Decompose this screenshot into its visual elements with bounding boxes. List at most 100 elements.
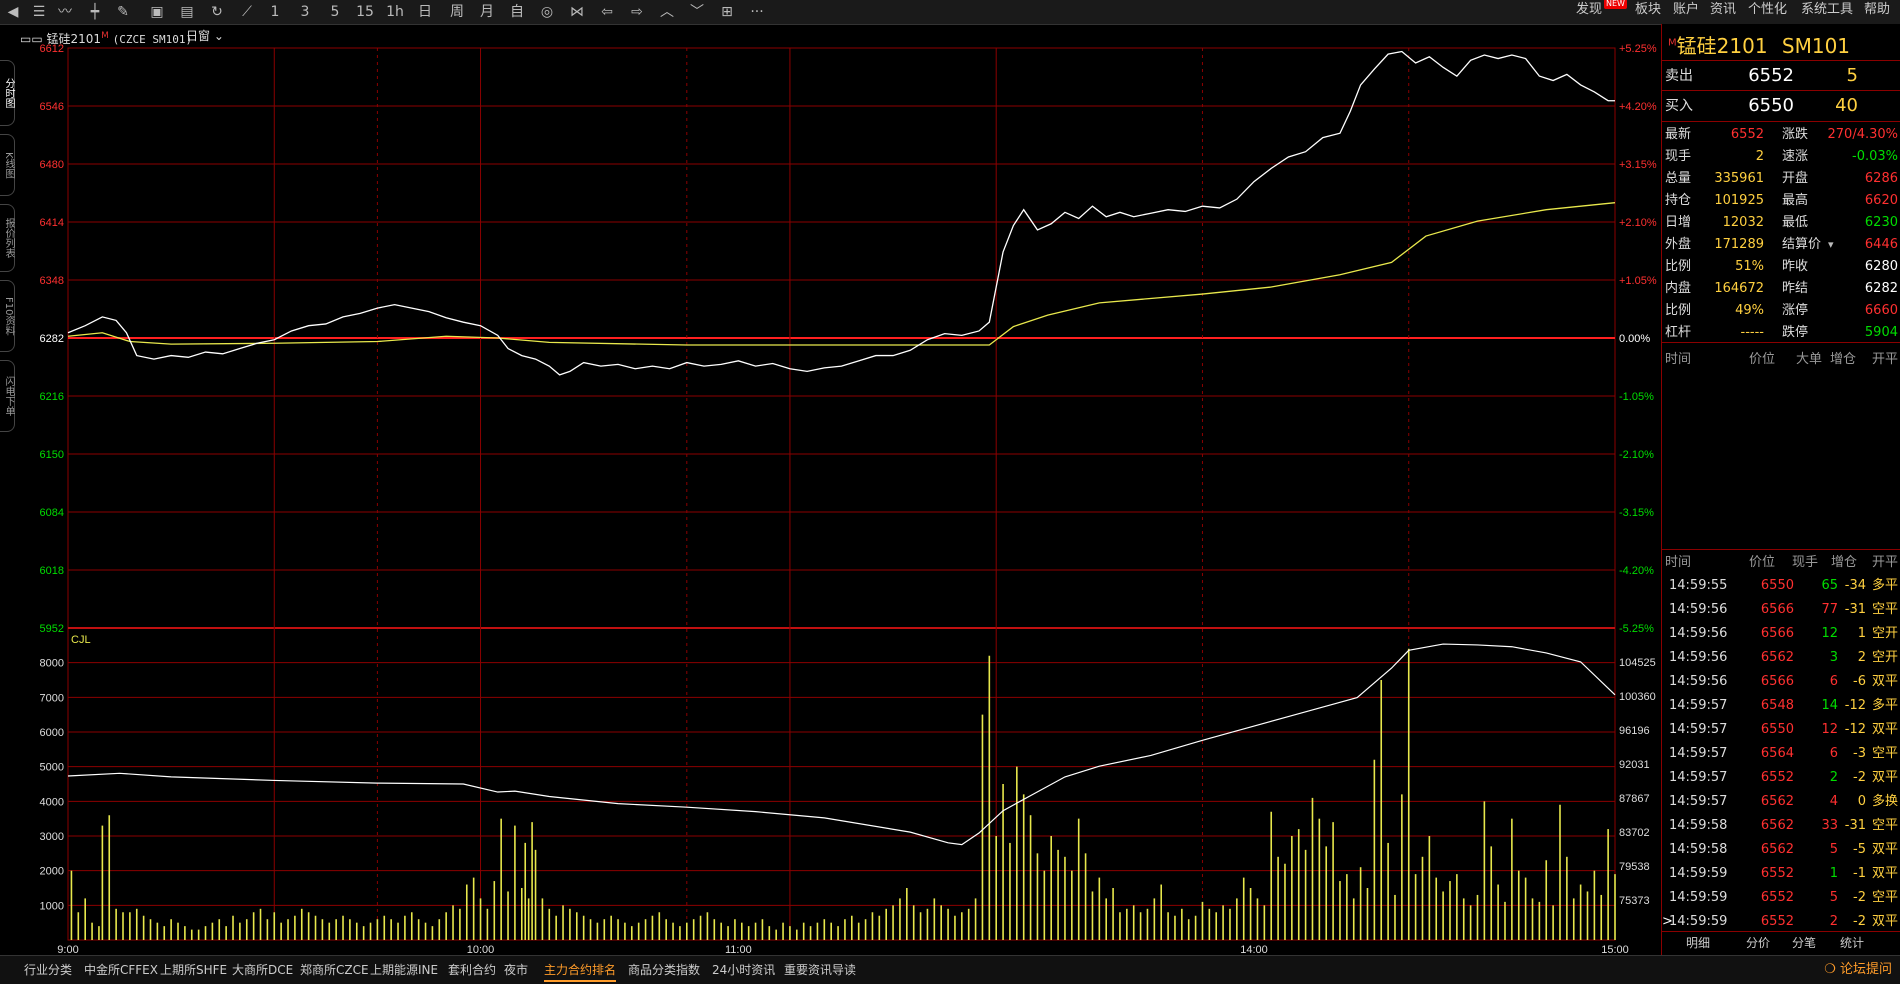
panel-tab-stats[interactable]: 统计 bbox=[1840, 934, 1864, 952]
menu-discover[interactable]: 发现 NEW bbox=[1576, 0, 1627, 24]
tick-row[interactable]: 14:59:59 6552 5 -2 空平 bbox=[1662, 886, 1900, 910]
stat-label: 比例 bbox=[1665, 259, 1692, 274]
tick-row[interactable]: 14:59:56 6566 6 -6 双平 bbox=[1662, 670, 1900, 694]
tick-volume: 3 bbox=[1829, 650, 1838, 665]
forum-label: 论坛提问 bbox=[1839, 962, 1892, 977]
tick-row[interactable]: 14:59:57 6548 14 -12 多平 bbox=[1662, 694, 1900, 718]
period-15-button[interactable]: 15 bbox=[352, 2, 378, 22]
ask-volume: 5 bbox=[1846, 65, 1858, 86]
stat-value: 164672 bbox=[1714, 281, 1764, 296]
oi-tick-label: 87867 bbox=[1619, 793, 1650, 805]
tick-row[interactable]: 14:59:56 6566 77 -31 空平 bbox=[1662, 598, 1900, 622]
drawing-tool-icon[interactable]: ✎ bbox=[110, 2, 136, 22]
menu-sectors[interactable]: 板块 bbox=[1635, 0, 1661, 24]
line-chart-icon[interactable]: 〰 bbox=[52, 2, 78, 22]
tick-time: 14:59:57 bbox=[1669, 794, 1728, 809]
menu-account[interactable]: 账户 bbox=[1673, 0, 1699, 24]
bottom-tab[interactable]: 上期能源INE bbox=[370, 960, 438, 980]
refresh-icon[interactable]: ↻ bbox=[204, 2, 230, 22]
more-button[interactable]: ··· bbox=[744, 2, 770, 22]
stat-value: -0.03% bbox=[1852, 149, 1898, 164]
tick-row[interactable]: 14:59:57 6552 2 -2 双平 bbox=[1662, 766, 1900, 790]
candlestick-icon[interactable]: ┿ bbox=[82, 2, 108, 22]
period-5-button[interactable]: 5 bbox=[322, 2, 348, 22]
tick-price: 6552 bbox=[1760, 770, 1794, 785]
tick-row[interactable]: 14:59:56 6566 12 1 空开 bbox=[1662, 622, 1900, 646]
bottom-tab[interactable]: 大商所DCE bbox=[232, 960, 293, 980]
pct-tick-label: +2.10% bbox=[1619, 217, 1657, 229]
stat-value: 12032 bbox=[1722, 215, 1764, 230]
bottom-tab[interactable]: 行业分类 bbox=[24, 960, 72, 980]
tick-row[interactable]: 14:59:57 6562 4 0 多换 bbox=[1662, 790, 1900, 814]
oi-tick-label: 75373 bbox=[1619, 895, 1650, 907]
quote-title-mark: M bbox=[1668, 37, 1677, 49]
chevron-down-icon[interactable]: ﹀ bbox=[684, 2, 710, 22]
tick-price: 6566 bbox=[1760, 674, 1794, 689]
back-icon[interactable]: ◀ bbox=[0, 2, 26, 22]
save-icon[interactable]: ▤ bbox=[174, 2, 200, 22]
period-day-button[interactable]: 日 bbox=[412, 2, 438, 22]
panel-tab-price-dist[interactable]: 分价 bbox=[1746, 934, 1770, 952]
tick-oi-change: 0 bbox=[1857, 794, 1866, 809]
trend-icon[interactable]: ⟋ bbox=[234, 2, 260, 22]
tick-volume: 5 bbox=[1829, 842, 1838, 857]
period-1h-button[interactable]: 1h bbox=[382, 2, 408, 22]
bottom-tab[interactable]: 重要资讯导读 bbox=[784, 960, 856, 980]
period-custom-button[interactable]: 自 bbox=[504, 2, 530, 22]
eye-icon[interactable]: ◎ bbox=[534, 2, 560, 22]
tick-volume: 6 bbox=[1829, 746, 1838, 761]
layout-grid-icon[interactable]: ⊞ bbox=[714, 2, 740, 22]
bottom-tab[interactable]: 夜市 bbox=[504, 960, 528, 980]
oi-tick-label: 79538 bbox=[1619, 861, 1650, 873]
tick-volume: 5 bbox=[1829, 890, 1838, 905]
bottom-tab[interactable]: 主力合约排名 bbox=[544, 960, 617, 982]
tick-row[interactable]: 14:59:57 6564 6 -3 空平 bbox=[1662, 742, 1900, 766]
period-1-button[interactable]: 1 bbox=[262, 2, 288, 22]
new-badge: NEW bbox=[1604, 0, 1627, 9]
menu-personalize[interactable]: 个性化 bbox=[1748, 0, 1787, 24]
period-month-button[interactable]: 月 bbox=[474, 2, 500, 22]
pct-tick-label: +1.05% bbox=[1619, 275, 1657, 287]
big-orders-col-header: 价位 bbox=[1749, 352, 1776, 367]
stat-label: 外盘 bbox=[1665, 237, 1692, 252]
bottom-tab[interactable]: 郑商所CZCE bbox=[300, 960, 369, 980]
tick-volume: 12 bbox=[1821, 626, 1838, 641]
tick-row[interactable]: 14:59:57 6550 12 -12 双平 bbox=[1662, 718, 1900, 742]
screen-icon[interactable]: ▣ bbox=[144, 2, 170, 22]
chevron-up-icon[interactable]: ︿ bbox=[654, 2, 680, 22]
panel-tab-detail[interactable]: 明细 bbox=[1686, 934, 1710, 952]
arrow-left-icon[interactable]: ⇦ bbox=[594, 2, 620, 22]
stat-label: 开盘 bbox=[1782, 171, 1809, 186]
bottom-tab[interactable]: 24小时资讯 bbox=[712, 960, 775, 980]
list-icon[interactable]: ☰ bbox=[26, 2, 52, 22]
stat-value: 5904 bbox=[1864, 325, 1898, 340]
bottom-tab[interactable]: 中金所CFFEX bbox=[84, 960, 158, 980]
volume-tick-label: 6000 bbox=[40, 727, 64, 739]
tick-row[interactable]: 14:59:58 6562 5 -5 双平 bbox=[1662, 838, 1900, 862]
period-3-button[interactable]: 3 bbox=[292, 2, 318, 22]
volume-tick-label: 1000 bbox=[40, 900, 64, 912]
tick-row[interactable]: 14:59:56 6562 3 2 空开 bbox=[1662, 646, 1900, 670]
tick-volume: 12 bbox=[1821, 722, 1838, 737]
big-orders-col-header: 时间 bbox=[1665, 352, 1692, 367]
tick-time: 14:59:58 bbox=[1669, 842, 1728, 857]
bottom-tab[interactable]: 套利合约 bbox=[448, 960, 496, 980]
tick-row[interactable]: 14:59:59 6552 1 -1 双平 bbox=[1662, 862, 1900, 886]
bottom-tab[interactable]: 商品分类指数 bbox=[628, 960, 700, 980]
period-week-button[interactable]: 周 bbox=[444, 2, 470, 22]
forum-ask-button[interactable]: ❍ 论坛提问 bbox=[1824, 960, 1892, 980]
panel-tab-tick[interactable]: 分笔 bbox=[1792, 934, 1816, 952]
menu-news[interactable]: 资讯 bbox=[1710, 0, 1736, 24]
intraday-chart[interactable]: 6612 +5.25% 6546 +4.20% 6480 +3.15% 6414 +2.10%… bbox=[0, 24, 1660, 956]
bottom-tab[interactable]: 上期所SHFE bbox=[160, 960, 227, 980]
stat-label: 内盘 bbox=[1665, 281, 1692, 296]
arrow-right-icon[interactable]: ⇨ bbox=[624, 2, 650, 22]
tick-price: 6562 bbox=[1760, 818, 1794, 833]
menu-help[interactable]: 帮助 bbox=[1864, 0, 1890, 24]
tick-row[interactable]: 14:59:55 6550 65 -34 多平 bbox=[1662, 574, 1900, 598]
menu-system-tools[interactable]: 系统工具 bbox=[1801, 0, 1853, 24]
bowtie-icon[interactable]: ⋈ bbox=[564, 2, 590, 22]
ask-row: 卖出 6552 5 bbox=[1662, 62, 1900, 90]
tick-price: 6562 bbox=[1760, 794, 1794, 809]
tick-row[interactable]: 14:59:58 6562 33 -31 空平 bbox=[1662, 814, 1900, 838]
